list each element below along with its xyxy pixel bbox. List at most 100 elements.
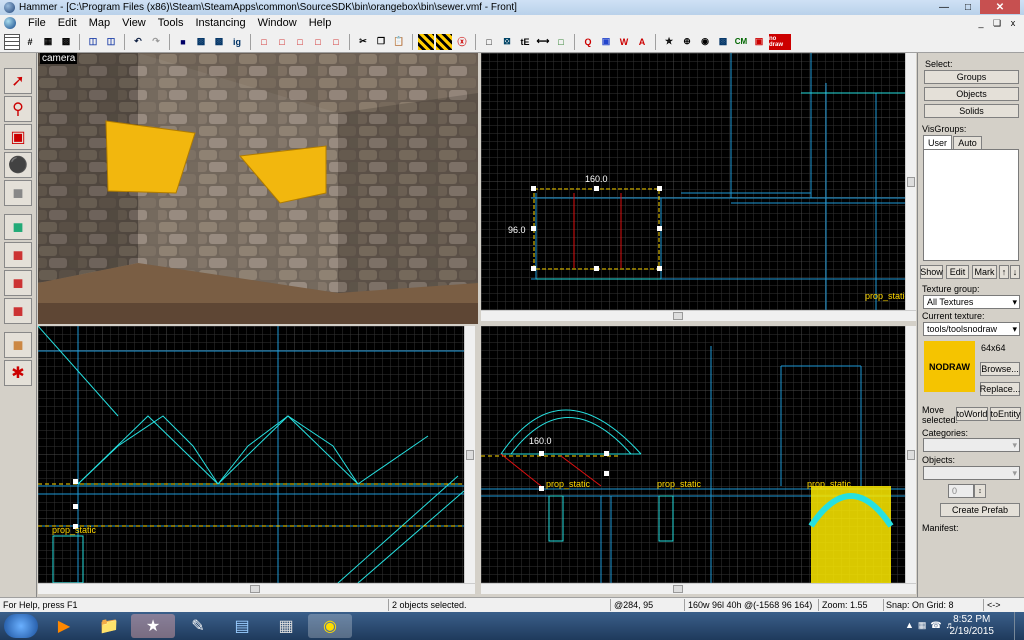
vertex-tool-button[interactable]: ✱ xyxy=(4,360,32,386)
grid-smaller-icon[interactable]: # xyxy=(22,34,38,50)
document-icon[interactable] xyxy=(4,17,16,29)
menu-instancing[interactable]: Instancing xyxy=(189,17,251,29)
minimize-button[interactable]: — xyxy=(932,0,956,14)
visgroups-list[interactable] xyxy=(923,149,1019,261)
texture-lock-icon[interactable]: □ xyxy=(256,34,272,50)
menu-edit[interactable]: Edit xyxy=(52,17,83,29)
bottom-left-viewport[interactable]: prop_static xyxy=(38,326,464,583)
visgroup-show-button[interactable]: Show xyxy=(920,265,943,279)
compile-icon[interactable]: ■ xyxy=(175,34,191,50)
camera-viewport[interactable]: camera xyxy=(38,53,478,324)
move-up-icon[interactable]: ↑ xyxy=(999,265,1009,279)
carve-icon[interactable]: ◫ xyxy=(85,34,101,50)
cubemap-button[interactable]: CM xyxy=(733,34,749,50)
brush-a-icon[interactable]: A xyxy=(634,34,650,50)
stepper-input[interactable]: 0 xyxy=(948,484,974,498)
tab-auto[interactable]: Auto xyxy=(953,136,982,150)
select-objects-button[interactable]: Objects xyxy=(924,87,1019,101)
no-entry-icon[interactable]: ⓧ xyxy=(454,34,470,50)
bottom-right-hscroll[interactable] xyxy=(481,583,916,594)
pinned-app-icon[interactable]: ★ xyxy=(131,614,175,638)
texture-align-icon[interactable]: □ xyxy=(292,34,308,50)
start-button[interactable] xyxy=(4,614,38,638)
categories-select[interactable]: ▾ xyxy=(923,438,1020,452)
to-entity-button[interactable]: toEntity xyxy=(990,407,1021,421)
visgroup-mark-button[interactable]: Mark xyxy=(972,265,997,279)
objects-select[interactable]: ▾ xyxy=(923,466,1020,480)
visgroup-edit-button[interactable]: Edit xyxy=(946,265,969,279)
globe-icon[interactable]: ◉ xyxy=(697,34,713,50)
selection-box-icon[interactable]: □ xyxy=(481,34,497,50)
block-tool-button[interactable]: ■ xyxy=(4,180,32,206)
apply-texture-button[interactable]: ■ xyxy=(4,242,32,268)
copy-icon[interactable]: ❐ xyxy=(373,34,389,50)
cut-icon[interactable]: ✂ xyxy=(355,34,371,50)
world-icon[interactable]: □ xyxy=(553,34,569,50)
face-edit-icon[interactable]: □ xyxy=(310,34,326,50)
lightmap-icon[interactable]: ▣ xyxy=(751,34,767,50)
brush-w-icon[interactable]: W xyxy=(616,34,632,50)
menu-tools[interactable]: Tools xyxy=(152,17,190,29)
texture-scale-lock-icon[interactable]: □ xyxy=(274,34,290,50)
ignore-groups-icon[interactable]: ig xyxy=(229,34,245,50)
top-right-vscroll[interactable] xyxy=(905,53,916,310)
to-entity-icon[interactable]: tE xyxy=(517,34,533,50)
menu-help[interactable]: Help xyxy=(303,17,338,29)
bottom-left-vscroll[interactable] xyxy=(464,326,475,583)
hazard-icon[interactable] xyxy=(418,33,434,50)
paste-icon[interactable]: 📋 xyxy=(391,34,407,50)
grid-toggle-icon[interactable] xyxy=(4,33,20,50)
bottom-left-hscroll[interactable] xyxy=(38,583,475,594)
hazard-icon-2[interactable] xyxy=(436,33,452,50)
bottom-right-vscroll[interactable] xyxy=(905,326,916,583)
show-desktop-button[interactable] xyxy=(1014,612,1024,640)
to-world-button[interactable]: toWorld xyxy=(956,407,988,421)
menu-map[interactable]: Map xyxy=(83,17,116,29)
mdi-restore-button[interactable]: ❏ xyxy=(990,17,1004,29)
bottom-right-viewport[interactable]: 160.0 prop_static prop_static prop_stati… xyxy=(481,326,905,583)
nodraw-button[interactable]: no draw xyxy=(769,33,791,50)
run-map-icon[interactable]: ✯ xyxy=(661,34,677,50)
browse-button[interactable]: Browse... xyxy=(980,362,1020,376)
show-objects-icon[interactable]: ▩ xyxy=(211,34,227,50)
entity-tool-button[interactable]: ⚫ xyxy=(4,152,32,178)
undo-icon[interactable]: ↶ xyxy=(130,34,146,50)
brush-red-icon[interactable]: Q xyxy=(580,34,596,50)
notepad-icon[interactable]: ▤ xyxy=(220,614,264,638)
group-icon[interactable]: ◫ xyxy=(103,34,119,50)
calculator-icon[interactable]: ▦ xyxy=(264,614,308,638)
brush-blue-icon[interactable]: ▣ xyxy=(598,34,614,50)
decal-tool-button[interactable]: ■ xyxy=(4,270,32,296)
tab-user[interactable]: User xyxy=(923,135,952,149)
media-player-icon[interactable]: ▶ xyxy=(42,614,86,638)
current-texture-select[interactable]: tools/toolsnodraw ▾ xyxy=(923,322,1020,336)
clock[interactable]: 8:52 PM 2/19/2015 xyxy=(950,614,995,638)
overlay-tool-button[interactable]: ■ xyxy=(4,298,32,324)
camera-tool-button[interactable]: ▣ xyxy=(4,124,32,150)
paint-icon[interactable]: ✎ xyxy=(176,614,220,638)
model-icon[interactable]: ▩ xyxy=(715,34,731,50)
tie-icon[interactable]: ⊠ xyxy=(499,34,515,50)
hammer-taskbar-icon[interactable]: ◉ xyxy=(308,614,352,638)
top-right-hscroll[interactable] xyxy=(481,310,916,321)
select-groups-button[interactable]: Groups xyxy=(924,70,1019,84)
stepper-arrows-icon[interactable]: ↕ xyxy=(974,484,986,498)
selection-tool-button[interactable]: ➚ xyxy=(4,68,32,94)
grid-larger-icon[interactable]: ▦ xyxy=(40,34,56,50)
mdi-close-button[interactable]: x xyxy=(1006,17,1020,29)
clipping-tool-button[interactable]: ■ xyxy=(4,332,32,358)
replace-button[interactable]: Replace... xyxy=(980,382,1020,396)
texture-app-button[interactable]: ■ xyxy=(4,214,32,240)
mdi-minimize-button[interactable]: _ xyxy=(974,17,988,29)
menu-file[interactable]: File xyxy=(22,17,52,29)
magnify-tool-button[interactable]: ⚲ xyxy=(4,96,32,122)
hide-objects-icon[interactable]: ▩ xyxy=(193,34,209,50)
file-explorer-icon[interactable]: 📁 xyxy=(87,614,131,638)
maximize-button[interactable]: □ xyxy=(956,0,980,14)
entity-icon[interactable]: □ xyxy=(328,34,344,50)
top-right-viewport[interactable]: 160.0 96.0 prop_static xyxy=(481,53,905,310)
create-prefab-button[interactable]: Create Prefab xyxy=(940,503,1020,517)
close-button[interactable]: ✕ xyxy=(980,0,1020,14)
move-icon[interactable]: ⟷ xyxy=(535,34,551,50)
menu-window[interactable]: Window xyxy=(252,17,303,29)
